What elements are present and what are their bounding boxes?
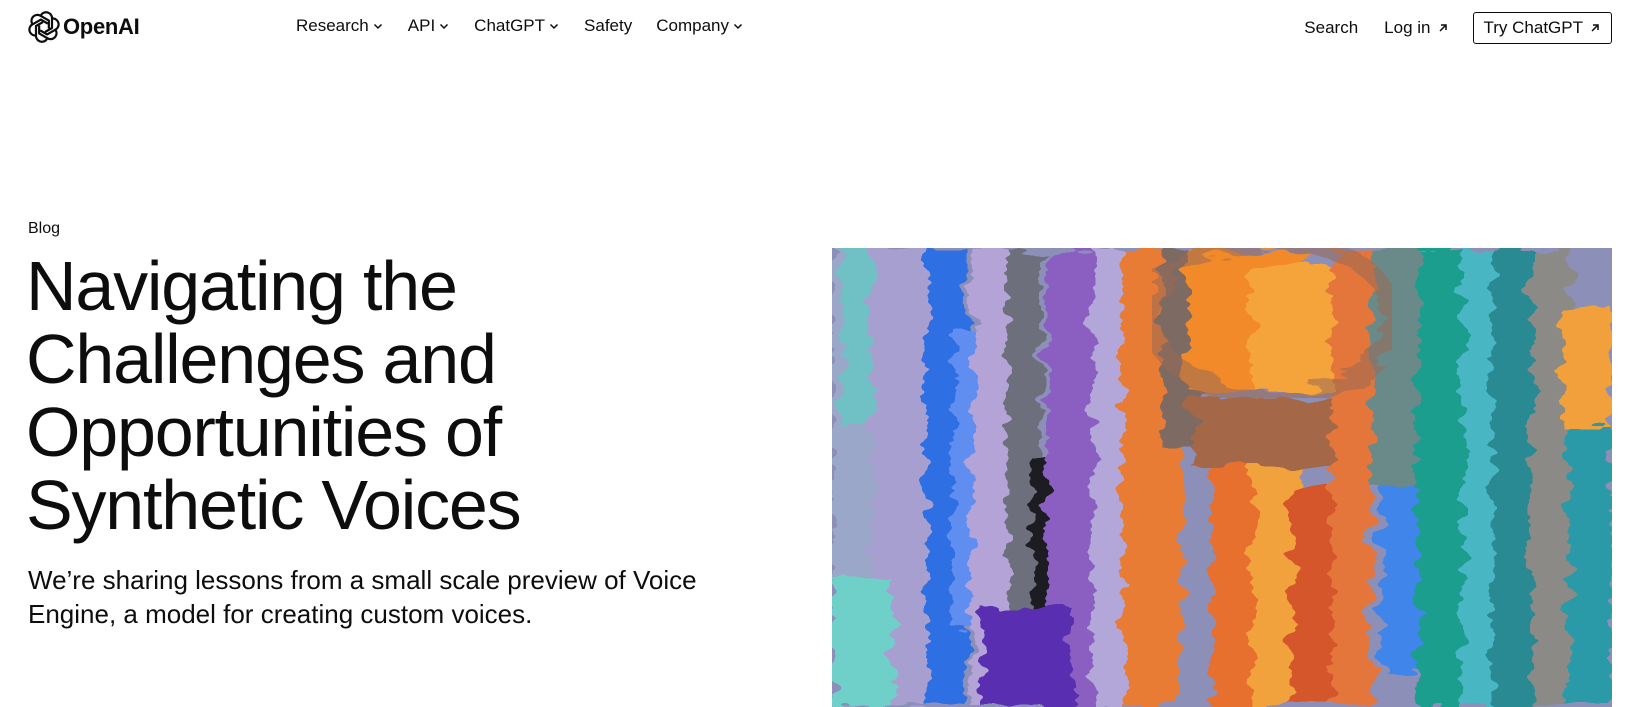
nav-item-company[interactable]: Company <box>656 16 744 36</box>
openai-logo-icon <box>28 11 60 43</box>
main-nav: Research API ChatGPT Safety Company <box>296 16 744 36</box>
logo-text: OpenAI <box>63 14 140 39</box>
nav-item-chatgpt[interactable]: ChatGPT <box>474 16 560 36</box>
login-label: Log in <box>1384 18 1431 37</box>
nav-item-label: API <box>407 16 436 35</box>
try-chatgpt-label: Try ChatGPT <box>1483 18 1584 37</box>
nav-item-label: ChatGPT <box>474 16 546 35</box>
nav-item-research[interactable]: Research <box>296 16 384 36</box>
try-chatgpt-button[interactable]: Try ChatGPT <box>1472 12 1612 44</box>
nav-item-label: Research <box>296 16 369 35</box>
chevron-down-icon <box>438 20 450 32</box>
hero-artwork-image <box>832 248 1612 707</box>
page-title: Navigating the Challenges and Opportunit… <box>26 247 522 544</box>
blog-category-link[interactable]: Blog <box>28 220 60 238</box>
nav-item-label: Safety <box>584 16 633 35</box>
header-actions: Search Log in Try ChatGPT <box>1304 12 1612 44</box>
search-label: Search <box>1304 18 1359 37</box>
chevron-down-icon <box>732 20 744 32</box>
page-subtitle: We’re sharing lessons from a small scale… <box>28 565 697 629</box>
nav-item-safety[interactable]: Safety <box>584 16 632 36</box>
chevron-down-icon <box>548 20 560 32</box>
login-link[interactable]: Log in <box>1384 18 1448 38</box>
nav-item-api[interactable]: API <box>408 16 450 36</box>
chevron-down-icon <box>372 20 384 32</box>
nav-item-label: Company <box>656 16 729 35</box>
search-link[interactable]: Search <box>1304 18 1358 38</box>
logo-link[interactable]: OpenAI <box>28 11 140 43</box>
arrow-up-right-icon <box>1437 22 1449 34</box>
arrow-up-right-icon <box>1589 22 1601 34</box>
site-header: OpenAI Research API ChatGPT Safety Compa… <box>0 0 1628 56</box>
